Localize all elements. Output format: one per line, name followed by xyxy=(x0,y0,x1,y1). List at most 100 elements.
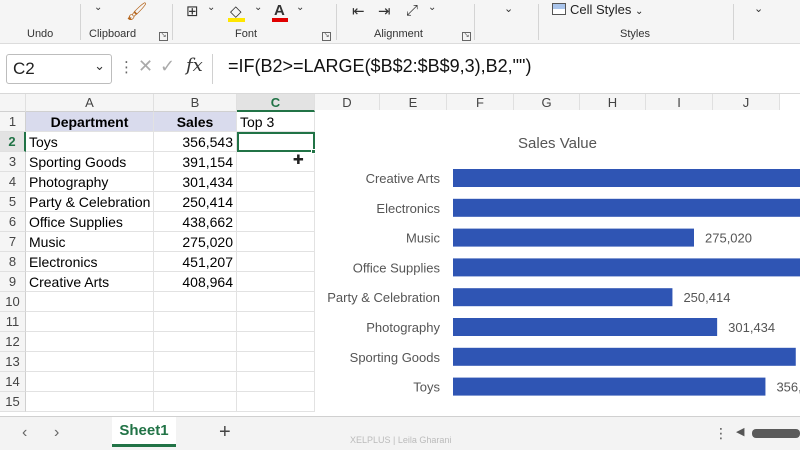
chevron-down-icon[interactable]: ⌄ xyxy=(504,2,513,15)
chevron-down-icon[interactable]: ⌄ xyxy=(94,2,102,13)
sales-cell[interactable]: 438,662 xyxy=(154,212,237,232)
decrease-indent-icon[interactable]: ⇤ xyxy=(352,2,365,20)
row-header-10[interactable]: 10 xyxy=(0,292,26,312)
empty-cell[interactable] xyxy=(237,352,315,372)
cell-styles-button[interactable]: Cell Styles ⌄ xyxy=(552,2,643,20)
empty-cell[interactable] xyxy=(154,292,237,312)
row-header-9[interactable]: 9 xyxy=(0,272,26,292)
row-header-12[interactable]: 12 xyxy=(0,332,26,352)
active-cell[interactable] xyxy=(237,132,315,152)
orientation-icon[interactable]: ⤢ xyxy=(406,2,418,19)
header-cell[interactable]: Top 3 xyxy=(237,112,315,132)
empty-cell[interactable] xyxy=(154,332,237,352)
header-cell[interactable]: Department xyxy=(26,112,154,132)
row-header-6[interactable]: 6 xyxy=(0,212,26,232)
department-cell[interactable]: Electronics xyxy=(26,252,154,272)
row-header-2[interactable]: 2 xyxy=(0,132,26,152)
empty-cell[interactable] xyxy=(154,352,237,372)
chevron-left-icon[interactable]: ‹ xyxy=(22,424,27,442)
horizontal-scrollbar[interactable] xyxy=(752,429,800,438)
select-all-corner[interactable] xyxy=(0,94,26,112)
chevron-down-icon[interactable]: ⌄ xyxy=(754,2,763,15)
empty-cell[interactable] xyxy=(26,312,154,332)
sales-cell[interactable]: 356,543 xyxy=(154,132,237,152)
alignment-launcher-icon[interactable]: ↘ xyxy=(462,32,471,41)
empty-cell[interactable] xyxy=(237,392,315,412)
row-header-1[interactable]: 1 xyxy=(0,112,26,132)
column-header-b[interactable]: B xyxy=(154,94,237,112)
chart-bar[interactable] xyxy=(453,347,796,366)
worksheet-grid[interactable]: ABCDEFGHIJ 1 2 3 4 5 6 7 8 9 10 11 12 13 14 15 Departm… xyxy=(0,94,800,416)
top3-cell[interactable] xyxy=(237,272,315,292)
top3-cell[interactable] xyxy=(237,192,315,212)
empty-cell[interactable] xyxy=(154,312,237,332)
top3-cell[interactable] xyxy=(237,212,315,232)
tab-sheet1[interactable]: Sheet1 xyxy=(112,417,176,447)
more-options-icon[interactable]: ⋮ xyxy=(714,425,728,442)
empty-cell[interactable] xyxy=(154,392,237,412)
empty-cell[interactable] xyxy=(154,372,237,392)
column-header-c[interactable]: C xyxy=(237,94,315,112)
row-header-3[interactable]: 3 xyxy=(0,152,26,172)
department-cell[interactable]: Toys xyxy=(26,132,154,152)
department-cell[interactable]: Sporting Goods xyxy=(26,152,154,172)
bar-chart[interactable]: Sales Value Creative Arts Electronics Musi… xyxy=(315,110,800,416)
sales-cell[interactable]: 451,207 xyxy=(154,252,237,272)
chevron-down-icon[interactable]: ⌄ xyxy=(254,2,262,13)
chevron-down-icon[interactable]: ⌄ xyxy=(428,2,436,13)
empty-cell[interactable] xyxy=(237,312,315,332)
empty-cell[interactable] xyxy=(26,372,154,392)
row-header-5[interactable]: 5 xyxy=(0,192,26,212)
enter-check-icon[interactable]: ✓ xyxy=(160,56,175,77)
chevron-down-icon[interactable]: ⌄ xyxy=(296,2,304,13)
department-cell[interactable]: Creative Arts xyxy=(26,272,154,292)
header-cell[interactable]: Sales xyxy=(154,112,237,132)
department-cell[interactable]: Party & Celebration xyxy=(26,192,154,212)
row-header-11[interactable]: 11 xyxy=(0,312,26,332)
chart-bar[interactable] xyxy=(453,198,800,217)
top3-cell[interactable] xyxy=(237,232,315,252)
formula-input[interactable]: =IF(B2>=LARGE($B$2:$B$9,3),B2,"") xyxy=(228,56,531,77)
clipboard-launcher-icon[interactable]: ↘ xyxy=(159,32,168,41)
chart-bar[interactable] xyxy=(453,169,800,187)
font-launcher-icon[interactable]: ↘ xyxy=(322,32,331,41)
row-header-13[interactable]: 13 xyxy=(0,352,26,372)
add-sheet-icon[interactable]: + xyxy=(219,421,231,444)
increase-indent-icon[interactable]: ⇥ xyxy=(378,2,391,20)
scroll-left-icon[interactable]: ◀ xyxy=(736,425,744,438)
fill-color-icon[interactable]: ◇ xyxy=(228,2,245,22)
chevron-right-icon[interactable]: › xyxy=(54,424,59,442)
top3-cell[interactable] xyxy=(237,252,315,272)
chevron-down-icon[interactable]: ⌄ xyxy=(207,2,215,13)
empty-cell[interactable] xyxy=(237,332,315,352)
empty-cell[interactable] xyxy=(237,292,315,312)
chevron-down-icon[interactable]: ⌄ xyxy=(94,58,105,74)
chart-bar[interactable] xyxy=(453,258,800,277)
row-header-7[interactable]: 7 xyxy=(0,232,26,252)
sales-cell[interactable]: 250,414 xyxy=(154,192,237,212)
font-color-icon[interactable]: A xyxy=(272,2,288,22)
chart-bar[interactable] xyxy=(453,288,673,307)
chart-bar[interactable] xyxy=(453,318,718,336)
chart-bar[interactable] xyxy=(453,377,766,396)
department-cell[interactable]: Photography xyxy=(26,172,154,192)
name-box[interactable]: C2 ⌄ xyxy=(6,54,112,84)
more-options-icon[interactable]: ⋮ xyxy=(119,58,134,76)
column-header-a[interactable]: A xyxy=(26,94,154,112)
chart-bar[interactable] xyxy=(453,228,694,247)
cancel-icon[interactable]: ✕ xyxy=(138,56,153,77)
row-header-15[interactable]: 15 xyxy=(0,392,26,412)
row-header-8[interactable]: 8 xyxy=(0,252,26,272)
top3-cell[interactable] xyxy=(237,172,315,192)
department-cell[interactable]: Office Supplies xyxy=(26,212,154,232)
empty-cell[interactable] xyxy=(237,372,315,392)
row-header-4[interactable]: 4 xyxy=(0,172,26,192)
empty-cell[interactable] xyxy=(26,392,154,412)
borders-icon[interactable]: ⊞ xyxy=(186,2,199,20)
row-header-14[interactable]: 14 xyxy=(0,372,26,392)
sales-cell[interactable]: 275,020 xyxy=(154,232,237,252)
sales-cell[interactable]: 391,154 xyxy=(154,152,237,172)
sales-cell[interactable]: 301,434 xyxy=(154,172,237,192)
empty-cell[interactable] xyxy=(26,332,154,352)
sales-cell[interactable]: 408,964 xyxy=(154,272,237,292)
